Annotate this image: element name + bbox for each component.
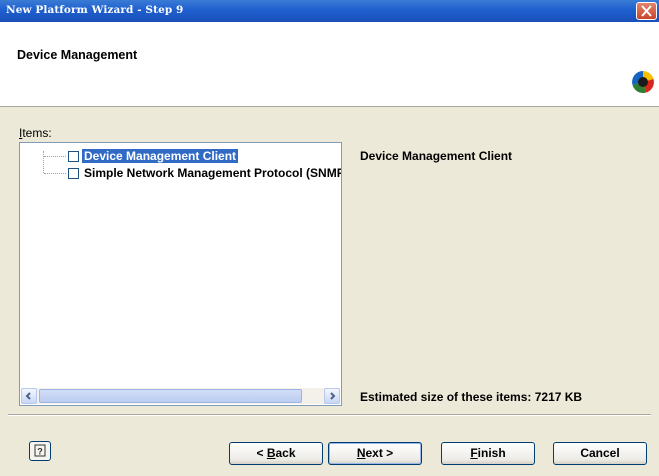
close-button[interactable] [636, 2, 657, 20]
arrow-left-icon [25, 392, 31, 400]
back-button[interactable]: < Back [229, 442, 323, 465]
next-button[interactable]: Next > [328, 442, 422, 465]
wizard-logo-icon [632, 71, 654, 93]
item-description-title: Device Management Client [360, 149, 513, 163]
items-label: Items: [19, 126, 52, 140]
help-icon: ? [34, 444, 46, 457]
tree-item-label[interactable]: Simple Network Management Protocol (SNMP… [84, 166, 341, 180]
scroll-left-button[interactable] [21, 388, 37, 404]
checkbox[interactable] [68, 168, 79, 179]
scroll-thumb[interactable] [39, 389, 302, 403]
tree-item-label[interactable]: Device Management Client [82, 149, 239, 163]
estimated-size: Estimated size of these items: 7217 KB [360, 390, 583, 404]
finish-button[interactable]: Finish [441, 442, 535, 465]
window-title: New Platform Wizard - Step 9 [6, 4, 184, 16]
tree-item-device-management-client[interactable]: Device Management Client [20, 149, 341, 165]
cancel-button[interactable]: Cancel [553, 442, 647, 465]
tree-item-snmp[interactable]: Simple Network Management Protocol (SNMP… [20, 166, 341, 182]
title-bar[interactable]: New Platform Wizard - Step 9 [0, 0, 659, 22]
help-button[interactable]: ? [29, 441, 51, 461]
checkbox[interactable] [68, 151, 79, 162]
horizontal-scrollbar[interactable] [21, 388, 340, 404]
wizard-header: Device Management [0, 22, 659, 107]
arrow-right-icon [330, 392, 336, 400]
svg-text:?: ? [37, 447, 43, 457]
page-title: Device Management [17, 48, 138, 62]
items-tree[interactable]: Device Management Client Simple Network … [19, 142, 342, 406]
close-icon [641, 5, 652, 17]
scroll-right-button[interactable] [324, 388, 340, 404]
divider [8, 414, 651, 416]
